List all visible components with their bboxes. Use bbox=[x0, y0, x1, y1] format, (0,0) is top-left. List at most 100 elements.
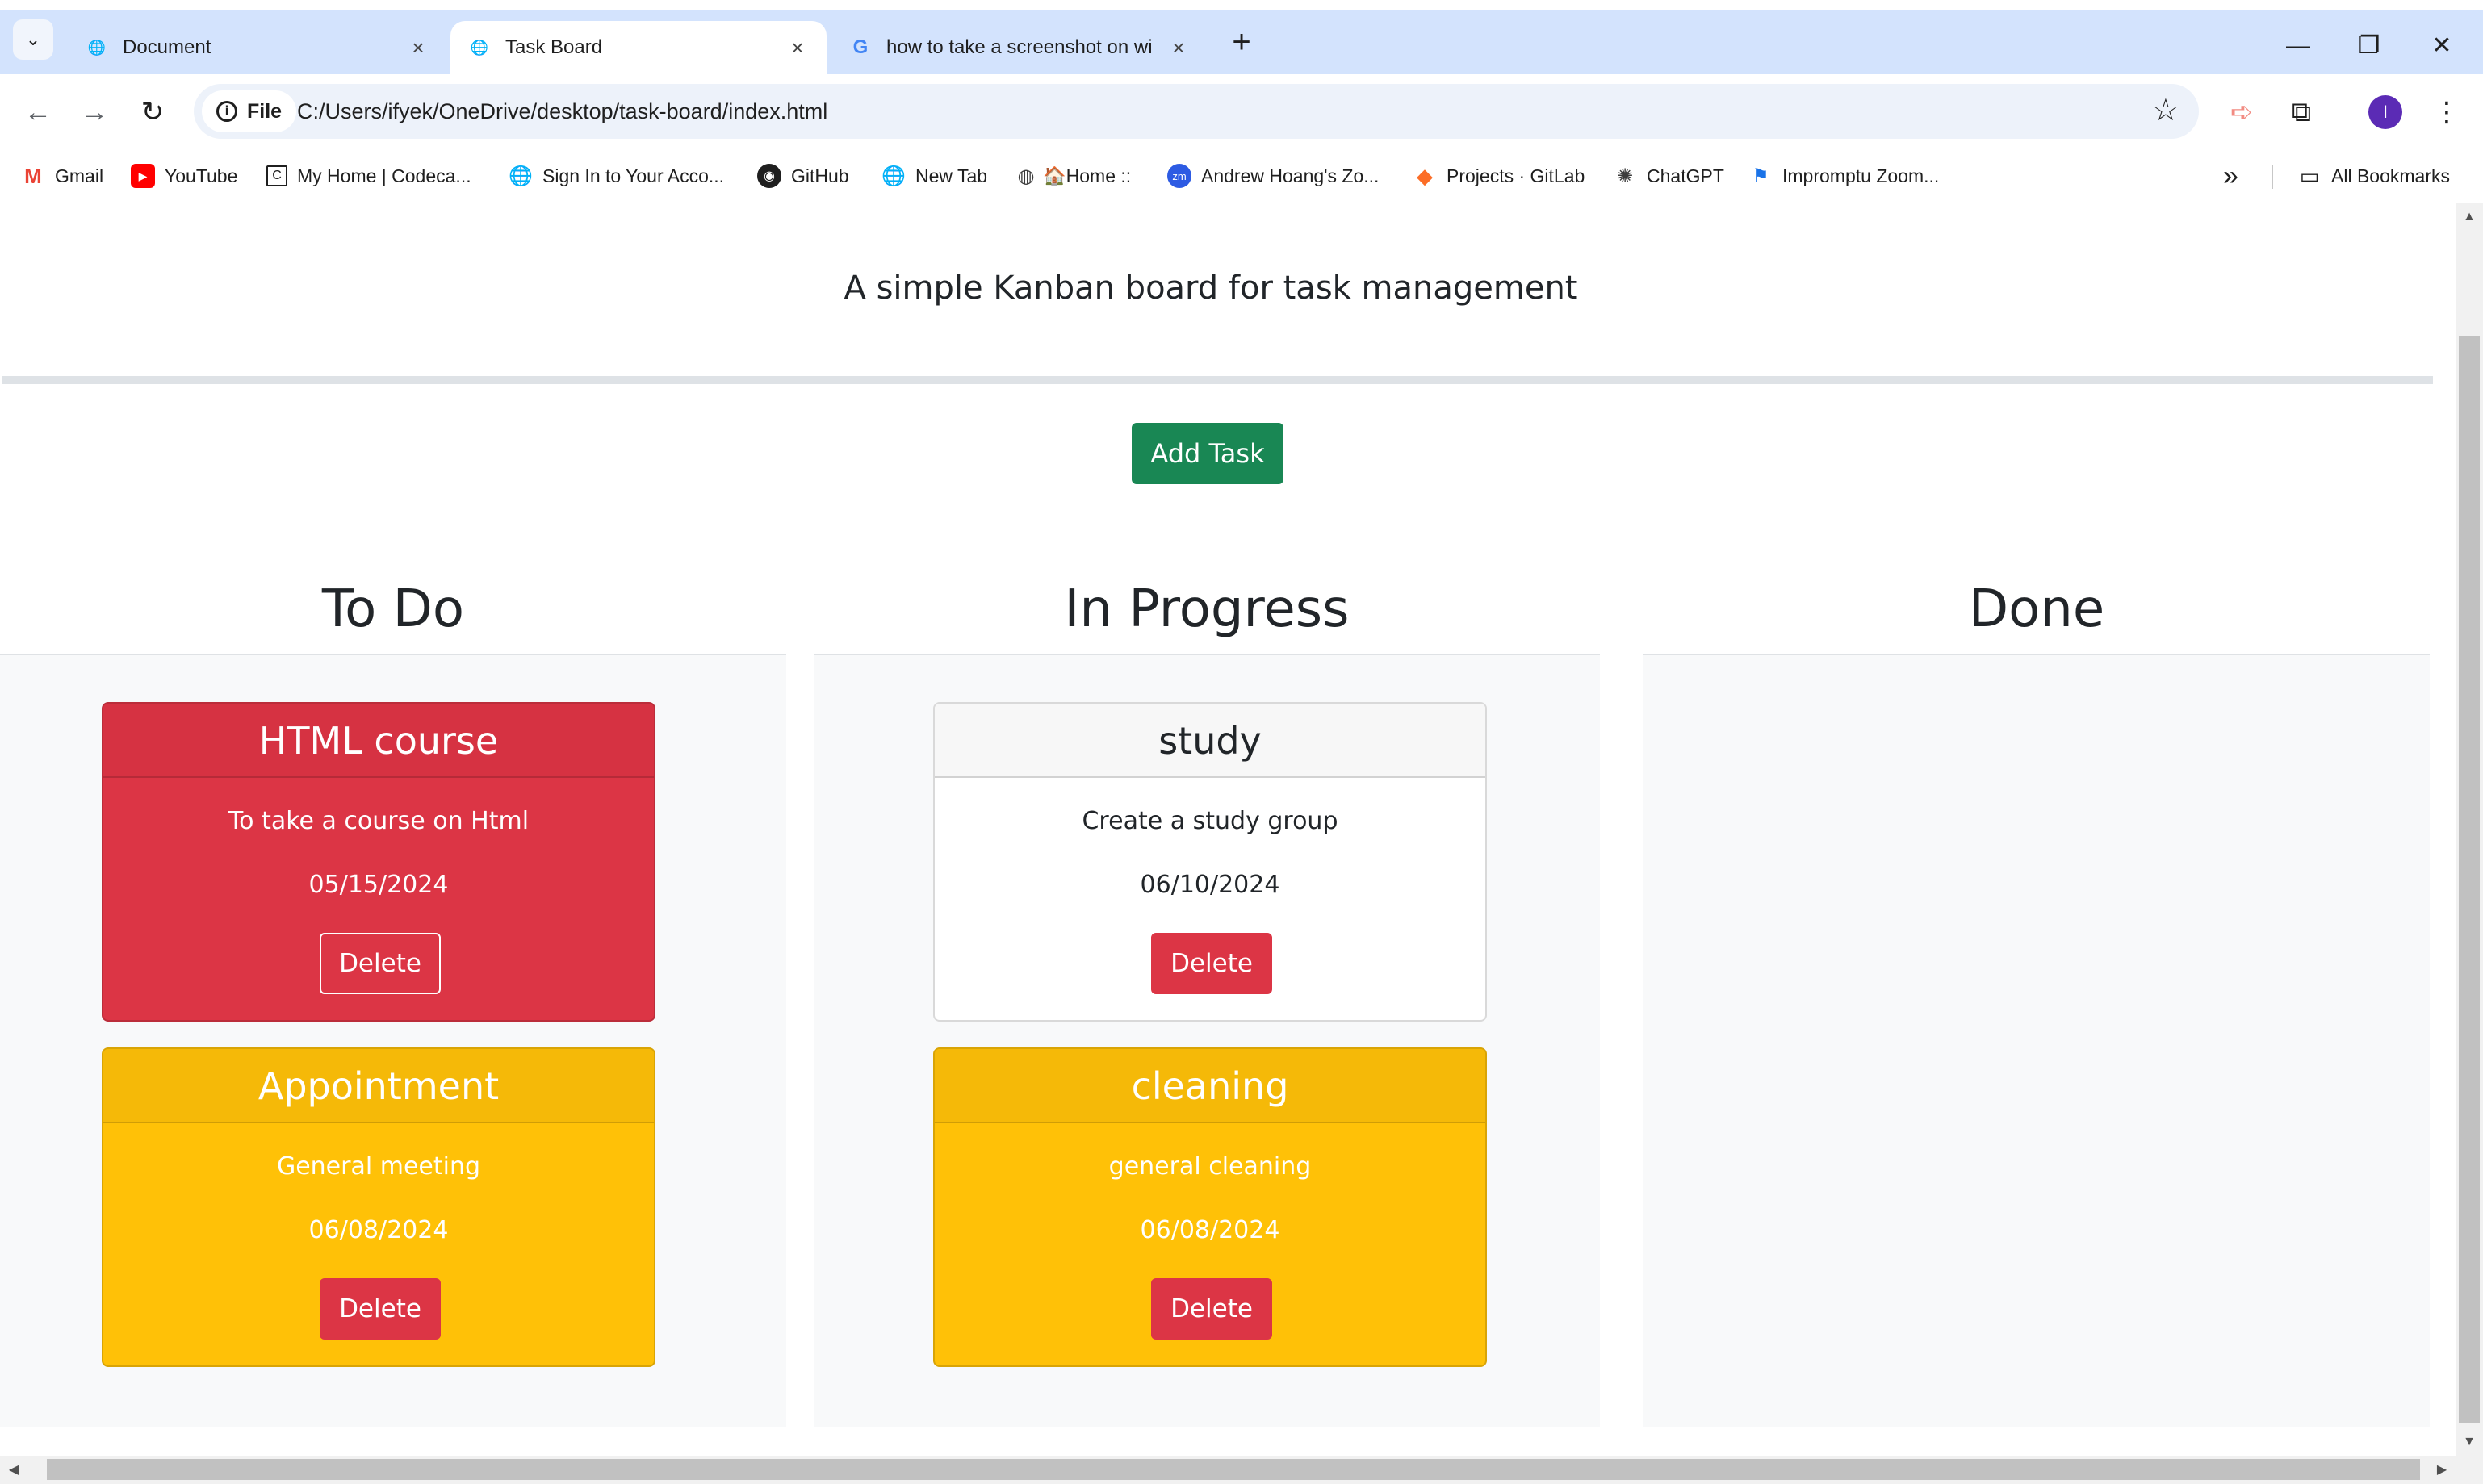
task-due-date: 06/08/2024 bbox=[1140, 1216, 1280, 1244]
folder-icon: ▭ bbox=[2299, 163, 2320, 188]
tab-strip: ⌄ 🌐 Document × 🌐 Task Board × G how to t… bbox=[0, 10, 2483, 74]
task-card[interactable]: HTML course To take a course on Html 05/… bbox=[102, 702, 655, 1022]
bookmark-github[interactable]: ◉ GitHub bbox=[757, 148, 849, 203]
lane-title: To Do bbox=[0, 563, 786, 655]
bookmark-label: YouTube bbox=[165, 165, 238, 186]
globe-icon: 🌐 bbox=[509, 165, 533, 187]
tab-title: how to take a screenshot on wi bbox=[886, 36, 1153, 58]
task-card[interactable]: cleaning general cleaning 06/08/2024 Del… bbox=[933, 1047, 1487, 1367]
new-tab-button[interactable]: + bbox=[1225, 26, 1258, 60]
horizontal-scroll-thumb[interactable] bbox=[47, 1459, 2420, 1480]
task-card[interactable]: Appointment General meeting 06/08/2024 D… bbox=[102, 1047, 655, 1367]
zoom-icon: zm bbox=[1167, 164, 1191, 188]
horizontal-scrollbar[interactable]: ◀ ▶ bbox=[0, 1456, 2456, 1484]
bookmark-gitlab[interactable]: ◆ Projects · GitLab bbox=[1413, 148, 1585, 203]
task-description: Create a study group bbox=[1082, 807, 1338, 835]
chatgpt-icon: ✺ bbox=[1616, 165, 1634, 187]
chevron-down-icon: ⌄ bbox=[25, 29, 41, 49]
bookmark-sign-in[interactable]: 🌐 Sign In to Your Acco... bbox=[509, 148, 724, 203]
delete-button[interactable]: Delete bbox=[1151, 933, 1272, 994]
back-button[interactable]: ← bbox=[18, 92, 58, 132]
page-subtitle: A simple Kanban board for task managemen… bbox=[844, 270, 1578, 307]
bookmark-impromptu-zoom[interactable]: ⚑ Impromptu Zoom... bbox=[1748, 148, 1939, 203]
bookmark-label: ChatGPT bbox=[1647, 165, 1724, 186]
bookmark-home[interactable]: ◍ 🏠Home :: bbox=[1014, 148, 1132, 203]
close-icon[interactable]: × bbox=[407, 36, 429, 61]
scroll-left-arrow-icon[interactable]: ◀ bbox=[0, 1456, 27, 1484]
tab-task-board[interactable]: 🌐 Task Board × bbox=[450, 21, 827, 74]
url-text[interactable]: C:/Users/ifyek/OneDrive/desktop/task-boa… bbox=[297, 84, 827, 139]
bookmark-codecademy[interactable]: C My Home | Codeca... bbox=[266, 148, 471, 203]
bookmark-label: New Tab bbox=[915, 165, 988, 186]
browser-chrome: ⌄ 🌐 Document × 🌐 Task Board × G how to t… bbox=[0, 0, 2483, 203]
bookmark-zoom-andrew[interactable]: zm Andrew Hoang's Zo... bbox=[1167, 148, 1379, 203]
globe-icon: 🌐 bbox=[881, 165, 906, 187]
bookmark-star-icon[interactable]: ☆ bbox=[2152, 84, 2179, 139]
scrollbar-corner bbox=[2456, 1456, 2483, 1484]
bookmark-label: My Home | Codeca... bbox=[297, 165, 471, 186]
task-title: cleaning bbox=[935, 1049, 1485, 1123]
gitlab-icon: ◆ bbox=[1417, 163, 1433, 188]
extension-share-icon[interactable]: ➪ bbox=[2221, 92, 2262, 132]
scroll-down-arrow-icon[interactable]: ▼ bbox=[2456, 1428, 2483, 1456]
zoom-flag-icon: ⚑ bbox=[1752, 165, 1769, 187]
task-due-date: 05/15/2024 bbox=[308, 871, 449, 899]
site-info-chip[interactable]: i File bbox=[202, 90, 297, 132]
codecademy-icon: C bbox=[266, 165, 287, 186]
close-window-button[interactable]: ✕ bbox=[2414, 26, 2470, 66]
globe-icon: 🌐 bbox=[87, 39, 107, 56]
tab-title: Document bbox=[123, 36, 211, 58]
bookmark-gmail[interactable]: M Gmail bbox=[21, 148, 103, 203]
tab-google-search[interactable]: G how to take a screenshot on wi × bbox=[831, 21, 1208, 74]
tab-document[interactable]: 🌐 Document × bbox=[68, 21, 447, 74]
close-icon[interactable]: × bbox=[786, 36, 809, 61]
reload-button[interactable]: ↻ bbox=[132, 92, 173, 132]
bookmark-chatgpt[interactable]: ✺ ChatGPT bbox=[1613, 148, 1724, 203]
bookmark-label: Andrew Hoang's Zo... bbox=[1201, 165, 1380, 186]
site-icon: ◍ bbox=[1017, 165, 1035, 187]
task-title: HTML course bbox=[103, 704, 654, 778]
bookmark-label: Sign In to Your Acco... bbox=[542, 165, 725, 186]
scroll-up-arrow-icon[interactable]: ▲ bbox=[2456, 203, 2483, 231]
task-description: To take a course on Html bbox=[228, 807, 530, 835]
vertical-scrollbar[interactable]: ▲ ▼ bbox=[2456, 203, 2483, 1456]
delete-button[interactable]: Delete bbox=[320, 933, 441, 994]
restore-button[interactable]: ❐ bbox=[2341, 26, 2397, 66]
vertical-scroll-thumb[interactable] bbox=[2459, 336, 2480, 1423]
menu-kebab-icon[interactable]: ⋮ bbox=[2426, 92, 2467, 132]
bookmark-label: Impromptu Zoom... bbox=[1782, 165, 1940, 186]
lane-done: Done bbox=[1643, 563, 2430, 1427]
task-card[interactable]: study Create a study group 06/10/2024 De… bbox=[933, 702, 1487, 1022]
bookmark-label: Gmail bbox=[55, 165, 104, 186]
close-icon[interactable]: × bbox=[1167, 36, 1190, 61]
double-chevron-icon: » bbox=[2223, 160, 2238, 191]
gmail-icon: M bbox=[24, 163, 42, 188]
bookmarks-divider bbox=[2272, 165, 2273, 189]
add-task-button[interactable]: Add Task bbox=[1132, 423, 1283, 484]
bookmark-label: Projects · GitLab bbox=[1447, 165, 1585, 186]
header-divider bbox=[2, 376, 2433, 384]
lane-in-progress: In Progress study Create a study group 0… bbox=[814, 563, 1600, 1427]
youtube-icon: ▶ bbox=[131, 164, 155, 188]
page-viewport: Task Board A simple Kanban board for tas… bbox=[0, 203, 2456, 1456]
extensions-puzzle-icon[interactable]: ⧉ bbox=[2281, 92, 2322, 132]
lane-title: In Progress bbox=[814, 563, 1600, 655]
task-description: general cleaning bbox=[1108, 1152, 1312, 1181]
github-icon: ◉ bbox=[757, 164, 781, 188]
info-icon: i bbox=[216, 101, 237, 122]
tab-search-button[interactable]: ⌄ bbox=[13, 19, 53, 60]
bookmark-youtube[interactable]: ▶ YouTube bbox=[131, 148, 237, 203]
minimize-button[interactable]: — bbox=[2270, 26, 2326, 66]
delete-button[interactable]: Delete bbox=[320, 1278, 441, 1340]
profile-avatar[interactable]: I bbox=[2368, 95, 2402, 129]
arrow-left-icon: ← bbox=[24, 97, 52, 127]
all-bookmarks-button[interactable]: ▭ All Bookmarks bbox=[2297, 148, 2450, 203]
google-icon: G bbox=[852, 36, 869, 58]
bookmarks-overflow-button[interactable]: » bbox=[2223, 148, 2238, 203]
scroll-right-arrow-icon[interactable]: ▶ bbox=[2428, 1456, 2456, 1484]
address-bar[interactable]: i File C:/Users/ifyek/OneDrive/desktop/t… bbox=[194, 84, 2199, 139]
delete-button[interactable]: Delete bbox=[1151, 1278, 1272, 1340]
forward-button[interactable]: → bbox=[74, 92, 115, 132]
bookmark-new-tab[interactable]: 🌐 New Tab bbox=[881, 148, 987, 203]
tab-title: Task Board bbox=[505, 36, 603, 58]
